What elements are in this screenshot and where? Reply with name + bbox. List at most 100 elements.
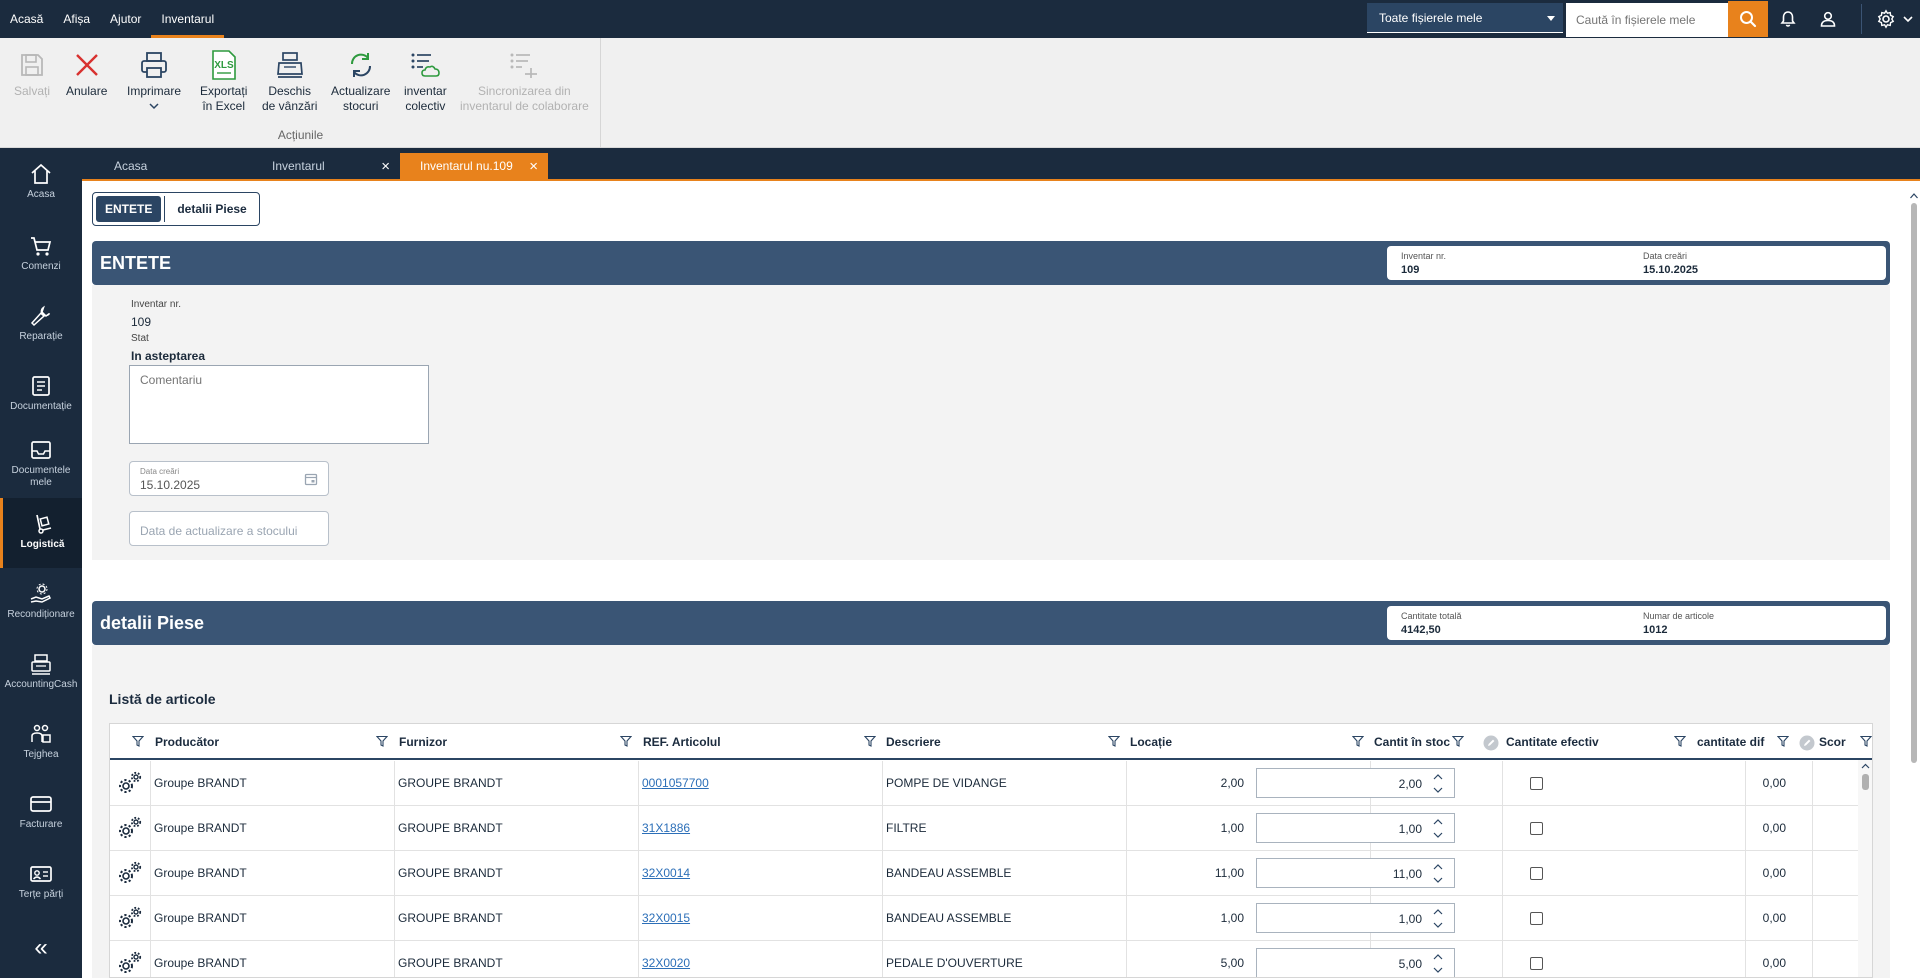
gears-icon[interactable] xyxy=(117,905,143,931)
nav-item-documentele-mele[interactable]: Documentele mele xyxy=(0,438,82,489)
filter-icon[interactable] xyxy=(1674,735,1686,747)
filter-icon[interactable] xyxy=(1108,735,1120,747)
quantity-stepper[interactable]: 11,00 xyxy=(1256,858,1455,888)
score-checkbox[interactable] xyxy=(1530,777,1543,790)
nav-item-facturare[interactable]: Facturare xyxy=(0,792,82,831)
menu-item-acasa[interactable]: Acasă xyxy=(0,0,53,38)
table-scrollbar-thumb[interactable] xyxy=(1862,774,1869,790)
search-input[interactable] xyxy=(1566,3,1728,37)
topbar-dropdown-button[interactable] xyxy=(1898,6,1918,32)
cancel-button[interactable]: Anulare xyxy=(66,48,107,99)
menu-item-inventarul[interactable]: Inventarul xyxy=(151,0,224,38)
chevron-down-icon[interactable] xyxy=(1432,784,1444,796)
calendar-icon[interactable] xyxy=(304,472,318,486)
filter-icon[interactable] xyxy=(1777,735,1789,747)
filter-icon[interactable] xyxy=(132,735,144,747)
chevron-down-icon[interactable] xyxy=(1432,964,1444,976)
article-ref-link[interactable]: 31X1886 xyxy=(642,821,690,835)
menu-item-ajutor[interactable]: Ajutor xyxy=(100,0,151,38)
gears-icon[interactable] xyxy=(117,950,143,976)
nav-item-terte-parti[interactable]: Terțe părți xyxy=(0,862,82,901)
quantity-stepper[interactable]: 5,00 xyxy=(1256,948,1455,977)
nav-item-logistica[interactable]: Logistică xyxy=(0,498,82,568)
comment-field[interactable] xyxy=(129,365,429,444)
gears-icon[interactable] xyxy=(117,770,143,796)
stock-update-date-field[interactable]: Data de actualizare a stocului xyxy=(129,511,329,546)
filter-icon[interactable] xyxy=(864,735,876,747)
open-sales-button[interactable]: Deschis de vânzări xyxy=(262,48,317,114)
score-checkbox[interactable] xyxy=(1530,822,1543,835)
nav-item-comenzi[interactable]: Comenzi xyxy=(0,234,82,273)
collective-inventory-button[interactable]: inventar colectiv xyxy=(404,48,447,114)
export-excel-button[interactable]: XLS Exportați în Excel xyxy=(200,48,247,114)
table-row[interactable]: Groupe BRANDT GROUPE BRANDT 32X0014 BANDEAU… xyxy=(110,851,1858,896)
article-ref-link[interactable]: 32X0014 xyxy=(642,866,690,880)
creation-date-field[interactable]: Data creări 15.10.2025 xyxy=(129,461,329,496)
filter-icon[interactable] xyxy=(620,735,632,747)
chevron-down-icon[interactable] xyxy=(1432,874,1444,886)
chevron-up-icon[interactable] xyxy=(1432,861,1444,873)
close-icon[interactable]: × xyxy=(529,153,538,180)
nav-item-acasa[interactable]: Acasa xyxy=(0,162,82,201)
column-header-actual-qty[interactable]: Cantitate efectiv xyxy=(1506,724,1599,760)
tab-acasa[interactable]: Acasa xyxy=(94,153,244,180)
filter-icon[interactable] xyxy=(1352,735,1364,747)
user-profile-button[interactable] xyxy=(1815,6,1841,32)
article-ref-link[interactable]: 32X0020 xyxy=(642,956,690,970)
table-row[interactable]: Groupe BRANDT GROUPE BRANDT 32X0020 PEDALE … xyxy=(110,941,1858,977)
score-checkbox[interactable] xyxy=(1530,912,1543,925)
chevron-up-icon[interactable] xyxy=(1432,906,1444,918)
menu-item-afisa[interactable]: Afișa xyxy=(53,0,100,38)
column-header-location[interactable]: Locație xyxy=(1130,724,1172,760)
gears-icon[interactable] xyxy=(117,815,143,841)
table-row[interactable]: Groupe BRANDT GROUPE BRANDT 32X0015 BANDEAU… xyxy=(110,896,1858,941)
chevron-up-icon[interactable] xyxy=(1432,951,1444,963)
filter-icon[interactable] xyxy=(376,735,388,747)
nav-item-reconditionare[interactable]: Recondiționare xyxy=(0,582,82,621)
column-header-description[interactable]: Descriere xyxy=(886,724,941,760)
chevron-down-icon[interactable] xyxy=(1432,829,1444,841)
nav-item-accountingcash[interactable]: AccountingCash xyxy=(0,652,82,691)
chevron-up-icon[interactable] xyxy=(1861,762,1870,771)
tab-inventarul-109[interactable]: Inventarul nu.109 × xyxy=(400,153,548,180)
column-header-producer[interactable]: Producător xyxy=(155,724,219,760)
article-ref-link[interactable]: 0001057700 xyxy=(642,776,709,790)
print-button[interactable]: Imprimare xyxy=(127,48,181,111)
files-scope-select[interactable]: Toate fișierele mele xyxy=(1367,3,1563,33)
update-stock-button[interactable]: Actualizare stocuri xyxy=(331,48,390,114)
nav-item-reparatie[interactable]: Reparație xyxy=(0,304,82,343)
quantity-stepper[interactable]: 2,00 xyxy=(1256,768,1455,798)
table-scrollbar[interactable] xyxy=(1858,760,1872,977)
table-row[interactable]: Groupe BRANDT GROUPE BRANDT 31X1886 FILTRE 1… xyxy=(110,806,1858,851)
chevron-up-icon[interactable] xyxy=(1432,771,1444,783)
column-header-diff-qty[interactable]: cantitate dif xyxy=(1697,724,1764,760)
filter-icon[interactable] xyxy=(1860,735,1872,747)
close-icon[interactable]: × xyxy=(381,153,390,180)
page-scrollbar[interactable] xyxy=(1908,191,1918,978)
score-checkbox[interactable] xyxy=(1530,867,1543,880)
save-button[interactable]: Salvați xyxy=(14,48,50,99)
quantity-stepper[interactable]: 1,00 xyxy=(1256,903,1455,933)
settings-button[interactable] xyxy=(1873,6,1899,32)
segment-entete[interactable]: ENTETE xyxy=(96,196,162,222)
column-header-supplier[interactable]: Furnizor xyxy=(399,724,447,760)
nav-item-tejghea[interactable]: Tejghea xyxy=(0,722,82,761)
column-header-stock-qty[interactable]: Cantit în stoc xyxy=(1374,724,1450,760)
page-scrollbar-thumb[interactable] xyxy=(1911,203,1917,763)
gears-icon[interactable] xyxy=(117,860,143,886)
search-button[interactable] xyxy=(1728,1,1768,37)
quantity-stepper[interactable]: 1,00 xyxy=(1256,813,1455,843)
score-checkbox[interactable] xyxy=(1530,957,1543,970)
table-row[interactable]: Groupe BRANDT GROUPE BRANDT 0001057700 POMP… xyxy=(110,761,1858,806)
column-header-score[interactable]: Scor xyxy=(1819,724,1846,760)
segment-detalii-piese[interactable]: detalii Piese xyxy=(168,196,255,222)
notifications-button[interactable] xyxy=(1775,6,1801,32)
sync-collaboration-button[interactable]: Sincronizarea din inventarul de colabora… xyxy=(460,48,589,114)
chevron-down-icon[interactable] xyxy=(1432,919,1444,931)
collapse-nav-button[interactable]: « xyxy=(0,936,82,960)
column-header-ref[interactable]: REF. Articolul xyxy=(643,724,721,760)
nav-item-documentatie[interactable]: Documentație xyxy=(0,374,82,413)
chevron-up-icon[interactable] xyxy=(1909,191,1919,201)
filter-icon[interactable] xyxy=(1452,735,1464,747)
chevron-up-icon[interactable] xyxy=(1432,816,1444,828)
